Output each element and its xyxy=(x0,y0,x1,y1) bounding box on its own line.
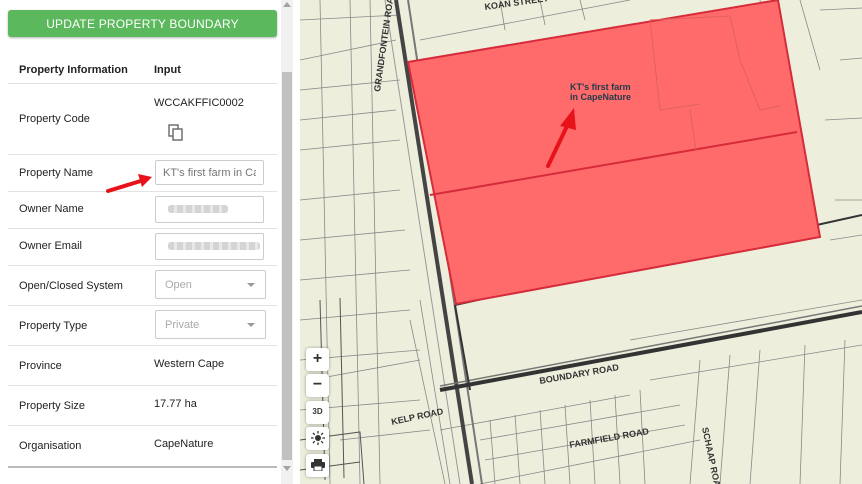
organisation-value: CapeNature xyxy=(154,438,214,450)
property-info-table: Property Information Input Property Code… xyxy=(8,54,277,468)
zoom-in-button[interactable]: + xyxy=(306,348,329,371)
owner-email-label: Owner Email xyxy=(19,240,82,252)
scroll-down-icon[interactable] xyxy=(283,466,291,471)
property-panel: UPDATE PROPERTY BOUNDARY Property Inform… xyxy=(0,0,293,484)
redacted-owner-name xyxy=(168,205,228,213)
map-canvas: KOAN STREET GRANDFONTEIN ROAD BOUNDARY R… xyxy=(300,0,862,484)
owner-name-input[interactable] xyxy=(155,196,264,223)
zoom-out-button[interactable]: − xyxy=(306,374,329,397)
property-code-label: Property Code xyxy=(19,113,90,125)
map-view[interactable]: KOAN STREET GRANDFONTEIN ROAD BOUNDARY R… xyxy=(300,0,862,484)
open-closed-system-value: Open xyxy=(165,279,192,291)
kelp-road-label: KELP ROAD xyxy=(390,406,444,427)
property-size-value: 17.77 ha xyxy=(154,398,197,410)
row-property-code: Property Code WCCAKFFIC0002 xyxy=(8,84,277,155)
schaap-road-label: SCHAAP ROAD xyxy=(700,426,724,484)
print-button[interactable] xyxy=(306,454,329,477)
property-code-value: WCCAKFFIC0002 xyxy=(154,97,244,109)
open-closed-system-select[interactable]: Open xyxy=(155,270,266,299)
row-province: Province Western Cape xyxy=(8,346,277,386)
scrollbar-thumb[interactable] xyxy=(282,72,292,460)
three-d-label: 3D xyxy=(312,407,323,416)
header-input: Input xyxy=(154,64,181,76)
annotation-arrow xyxy=(106,174,152,193)
property-type-label: Property Type xyxy=(19,320,88,332)
farm-label-line2: in CapeNature xyxy=(570,92,631,102)
property-type-select[interactable]: Private xyxy=(155,310,266,339)
open-closed-system-label: Open/Closed System xyxy=(19,280,123,292)
owner-name-label: Owner Name xyxy=(19,203,84,215)
row-owner-email: Owner Email xyxy=(8,229,277,266)
copy-icon[interactable] xyxy=(168,124,184,142)
row-property-size: Property Size 17.77 ha xyxy=(8,386,277,426)
row-owner-name: Owner Name xyxy=(8,192,277,229)
row-organisation: Organisation CapeNature xyxy=(8,426,277,465)
organisation-label: Organisation xyxy=(19,440,82,452)
scroll-up-icon[interactable] xyxy=(283,2,291,7)
sun-icon xyxy=(310,431,325,449)
koan-street-label: KOAN STREET xyxy=(484,0,550,12)
chevron-down-icon xyxy=(247,323,255,327)
property-size-label: Property Size xyxy=(19,400,86,412)
owner-email-input[interactable] xyxy=(155,233,264,260)
boundary-road-line xyxy=(439,310,862,392)
row-property-type: Property Type Private xyxy=(8,306,277,346)
property-boundary-polygon xyxy=(406,0,822,306)
farm-label-line1: KT's first farm xyxy=(570,82,631,92)
province-label: Province xyxy=(19,360,62,372)
row-open-closed-system: Open/Closed System Open xyxy=(8,266,277,306)
update-property-boundary-button[interactable]: UPDATE PROPERTY BOUNDARY xyxy=(8,10,277,37)
property-name-label: Property Name xyxy=(19,167,93,179)
chevron-down-icon xyxy=(247,283,255,287)
province-value: Western Cape xyxy=(154,358,225,370)
printer-icon xyxy=(310,458,325,475)
three-d-toggle-button[interactable]: 3D xyxy=(306,401,329,424)
farmfield-road-label: FARMFIELD ROAD xyxy=(569,426,651,450)
header-property-information: Property Information xyxy=(19,64,128,76)
redacted-owner-email xyxy=(168,242,260,250)
property-name-input[interactable] xyxy=(155,160,264,185)
brightness-button[interactable] xyxy=(306,427,329,450)
property-type-value: Private xyxy=(165,319,200,331)
table-header: Property Information Input xyxy=(8,54,277,84)
